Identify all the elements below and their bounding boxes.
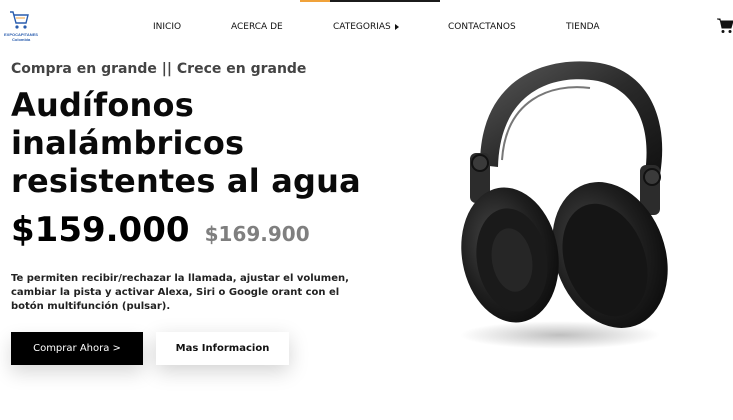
price-old: $169.900 (204, 222, 310, 246)
logo-text-line2: Colombia (12, 37, 31, 42)
hero-title-line: resistentes al agua (11, 162, 361, 200)
nav-item-categorias-label: CATEGORIAS (333, 22, 391, 32)
shopping-cart-icon[interactable] (717, 18, 733, 34)
price-current: $159.000 (11, 210, 190, 250)
top-line-accent (300, 0, 330, 2)
hero-description: Te permiten recibir/rechazar la llamada,… (11, 273, 349, 312)
buy-now-button[interactable]: Comprar Ahora > (11, 332, 143, 365)
nav-item-inicio[interactable]: INICIO (153, 22, 181, 32)
price-block: $159.000 $169.900 (11, 210, 310, 250)
nav-item-acerca[interactable]: ACERCA DE (231, 22, 283, 32)
headphones-image (460, 61, 668, 349)
hero-title: Audífonos inalámbricos resistentes al ag… (11, 86, 371, 200)
hero-title-line: Audífonos (11, 86, 194, 124)
nav-item-tienda[interactable]: TIENDA (566, 22, 600, 32)
hero-title-line: inalámbricos (11, 124, 245, 162)
main-nav: INICIO ACERCA DE CATEGORIAS CONTACTANOS … (0, 22, 733, 36)
more-info-button[interactable]: Mas Informacion (156, 332, 289, 365)
caret-right-icon (394, 23, 399, 30)
nav-item-categorias[interactable]: CATEGORIAS (333, 22, 399, 32)
nav-item-contactanos[interactable]: CONTACTANOS (448, 22, 516, 32)
hero-tagline: Compra en grande || Crece en grande (11, 61, 307, 77)
